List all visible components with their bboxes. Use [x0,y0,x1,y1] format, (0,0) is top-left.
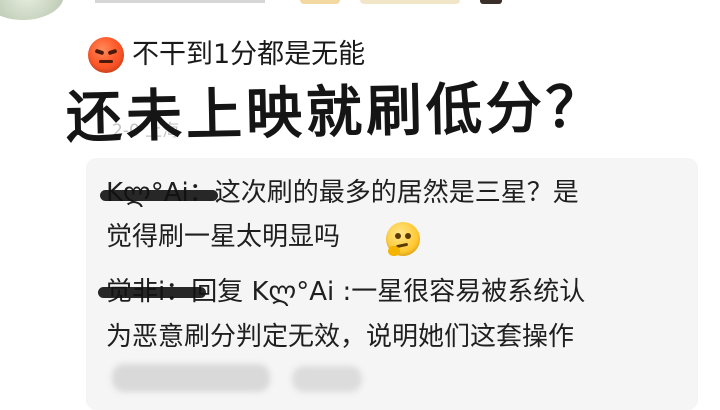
reply-item[interactable]: 觉非i： 回复 Kლ°Ai :一星很容易被系统认 [98,273,586,311]
thinking-face-emoji-icon [386,222,420,256]
reply-text-continued: 觉得刷一星太明显吗 [106,222,341,252]
reply-text-continued: 为恶意刷分判定无效，说明她们这套操作 [106,322,575,352]
username-redacted [95,0,265,3]
handwritten-annotation: 还未上映就刷低分？ [65,73,607,151]
redaction-scribble [98,287,206,298]
reply-author-name[interactable]: 觉非i： [98,273,206,311]
reply-item[interactable]: Kლ°Ai： 这次刷的最多的居然是三星？是 [100,174,579,212]
avatar[interactable] [0,0,64,20]
redaction-scribble [100,190,218,201]
blurred-reply-meta [112,364,270,392]
blurred-reply-meta [292,366,362,392]
angry-face-emoji-icon [88,37,124,73]
reply-text: 回复 Kლ°Ai :一星很容易被系统认 [191,277,586,307]
reply-author-name[interactable]: Kლ°Ai： [100,174,218,212]
reply-text: 这次刷的最多的居然是三星？是 [214,178,579,208]
badge-chip [360,0,460,4]
badge-chip [300,0,340,4]
badge-chip [480,0,502,4]
post-text: 不干到1分都是无能 [132,39,366,70]
